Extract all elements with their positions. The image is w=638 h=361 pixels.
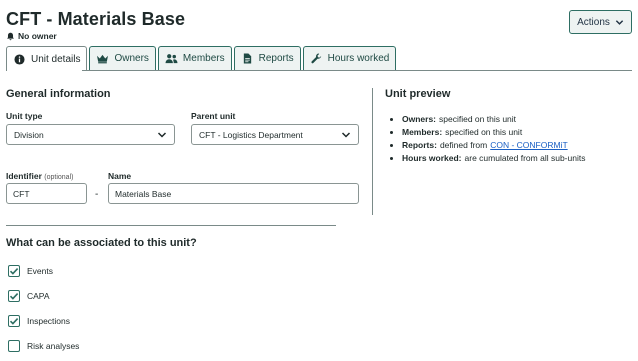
active-tab-gap xyxy=(7,70,82,71)
checkbox-label: CAPA xyxy=(27,291,50,301)
checkbox-box[interactable] xyxy=(8,265,20,277)
name-label: Name xyxy=(108,171,132,181)
tab-owners[interactable]: Owners xyxy=(89,46,156,70)
info-icon xyxy=(14,53,25,65)
preview-key: Members: xyxy=(402,127,443,137)
tab-label: Hours worked xyxy=(327,53,390,64)
checkmark-icon xyxy=(9,293,19,300)
name-value: Materials Base xyxy=(115,188,172,199)
page-title: CFT - Materials Base xyxy=(6,9,186,29)
checkmark-icon xyxy=(9,268,19,275)
tab-label: Owners xyxy=(114,53,149,64)
reports-source-link[interactable]: CON - CONFORMiT xyxy=(490,139,567,152)
identifier-separator: - xyxy=(95,189,99,200)
parent-unit-label: Parent unit xyxy=(191,111,236,121)
checkbox-capa[interactable]: CAPA xyxy=(8,290,50,302)
checkbox-events[interactable]: Events xyxy=(8,265,53,277)
chevron-down-icon xyxy=(341,131,351,138)
tab-label: Members xyxy=(182,53,225,64)
preview-key: Reports: xyxy=(402,140,437,150)
checkbox-box[interactable] xyxy=(8,340,20,352)
identifier-field[interactable]: CFT xyxy=(6,183,87,204)
unit-preview-list: Owners: specified on this unit Members: sp… xyxy=(390,113,585,165)
section-divider xyxy=(6,225,336,226)
tab-unit-details[interactable]: Unit details xyxy=(6,46,88,71)
checkmark-icon xyxy=(9,318,19,325)
unit-type-label: Unit type xyxy=(6,111,43,121)
general-information-heading: General information xyxy=(6,88,111,100)
unit-preview-heading: Unit preview xyxy=(385,88,451,100)
tab-members[interactable]: Members xyxy=(157,46,232,70)
identifier-label-text: Identifier xyxy=(6,171,42,181)
unit-type-value: Division xyxy=(14,129,44,140)
checkbox-risk-analyses[interactable]: Risk analyses xyxy=(8,340,79,352)
checkbox-label: Inspections xyxy=(27,316,70,326)
tab-hours-worked[interactable]: Hours worked xyxy=(302,46,397,70)
associations-heading: What can be associated to this unit? xyxy=(6,237,197,249)
parent-unit-value: CFT - Logistics Department xyxy=(199,129,303,140)
preview-item-reports: Reports: defined from CON - CONFORMiT xyxy=(390,139,585,152)
crown-icon xyxy=(97,54,109,64)
preview-text: defined from xyxy=(439,140,488,150)
tab-label: Unit details xyxy=(31,53,81,65)
name-field[interactable]: Materials Base xyxy=(108,183,359,204)
checkbox-box[interactable] xyxy=(8,290,20,302)
checkbox-label: Risk analyses xyxy=(27,341,80,351)
document-icon xyxy=(243,53,251,64)
preview-key: Hours worked: xyxy=(402,153,462,163)
tab-label: Reports xyxy=(258,53,294,64)
checkbox-label: Events xyxy=(27,266,53,276)
actions-button-label: Actions xyxy=(577,16,610,28)
preview-item-members: Members: specified on this unit xyxy=(390,126,585,139)
identifier-value: CFT xyxy=(13,188,30,199)
unit-type-select[interactable]: Division xyxy=(6,124,175,145)
identifier-optional-hint: (optional) xyxy=(44,174,74,181)
column-divider xyxy=(372,88,373,215)
users-icon xyxy=(165,54,178,64)
preview-text: specified on this unit xyxy=(439,114,517,124)
identifier-label: Identifier (optional) xyxy=(6,171,73,181)
parent-unit-select[interactable]: CFT - Logistics Department xyxy=(191,124,359,145)
owner-status-label: No owner xyxy=(18,31,57,41)
chevron-down-icon xyxy=(615,19,624,25)
actions-button[interactable]: Actions xyxy=(569,10,632,34)
chevron-down-icon xyxy=(157,131,167,138)
preview-key: Owners: xyxy=(402,114,437,124)
tab-reports[interactable]: Reports xyxy=(233,46,301,70)
tab-bar: Unit details Owners Members Reports Hour… xyxy=(6,46,397,71)
tab-bar-underline xyxy=(6,70,632,71)
checkbox-inspections[interactable]: Inspections xyxy=(8,315,70,327)
preview-text: are cumulated from all sub-units xyxy=(464,153,586,163)
preview-item-hours-worked: Hours worked: are cumulated from all sub-… xyxy=(390,152,585,165)
checkbox-box[interactable] xyxy=(8,315,20,327)
wrench-icon xyxy=(311,53,321,64)
preview-text: specified on this unit xyxy=(445,127,523,137)
bell-icon xyxy=(7,32,14,40)
owner-status: No owner xyxy=(6,31,57,41)
preview-item-owners: Owners: specified on this unit xyxy=(390,113,585,126)
